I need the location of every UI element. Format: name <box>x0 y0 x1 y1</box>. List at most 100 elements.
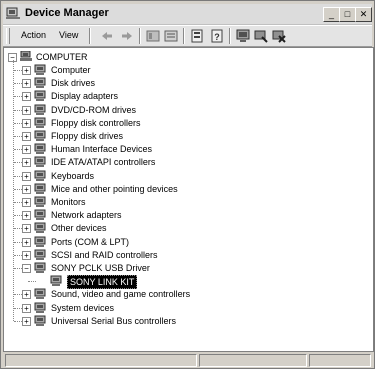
expand-toggle[interactable]: + <box>22 316 31 326</box>
expand-toggle[interactable]: + <box>22 303 31 313</box>
tree-category-row[interactable]: + Disk drives <box>4 77 364 89</box>
floppy-icon <box>34 130 46 141</box>
tree-category-row[interactable]: + Network adapters <box>4 209 364 221</box>
help-icon[interactable]: ? <box>209 28 225 44</box>
expand-toggle[interactable]: + <box>22 198 31 207</box>
expand-toggle[interactable]: + <box>22 237 31 247</box>
display-icon <box>34 90 46 102</box>
uninstall-icon[interactable] <box>271 28 287 44</box>
tree-item-label: Network adapters <box>51 210 122 221</box>
tree-connector <box>28 281 36 283</box>
computer-root-icon <box>20 51 32 61</box>
tree-category-row[interactable]: + Display adapters <box>4 90 364 102</box>
tree-item-label: Mice and other pointing devices <box>51 183 178 194</box>
device-manager-window: Device Manager _ □ ✕ Action View ? − COM… <box>0 0 375 369</box>
tree-category-row[interactable]: + System devices <box>4 302 364 314</box>
close-button[interactable]: ✕ <box>355 7 372 22</box>
sound-icon <box>34 288 46 300</box>
menu-view[interactable]: View <box>59 30 78 40</box>
expand-toggle[interactable]: + <box>22 79 31 89</box>
tree-item-label: Sound, video and game controllers <box>51 289 191 300</box>
expand-toggle[interactable]: + <box>22 211 31 221</box>
window-title: Device Manager <box>25 7 109 19</box>
tree-category-row[interactable]: + Keyboards <box>4 170 364 182</box>
maximize-button[interactable]: □ <box>339 7 356 22</box>
tree-category-row[interactable]: + Ports (COM & LPT) <box>4 236 364 248</box>
tree-item-label: DVD/CD-ROM drives <box>51 104 137 115</box>
tree-item-label: Universal Serial Bus controllers <box>51 315 177 326</box>
status-pane-secondary <box>199 354 307 367</box>
tree-category-row[interactable]: + Human Interface Devices <box>4 143 364 155</box>
menu-action[interactable]: Action <box>21 30 46 40</box>
expand-toggle[interactable]: + <box>22 184 31 194</box>
tree-item-label: Computer <box>51 65 91 75</box>
tree-category-row[interactable]: + IDE ATA/ATAPI controllers <box>4 156 364 168</box>
unknown-device-icon <box>34 222 46 234</box>
expand-toggle[interactable]: + <box>22 105 31 115</box>
controller-icon <box>34 117 46 128</box>
hid-icon <box>34 143 46 155</box>
usb-icon <box>50 275 62 287</box>
tree-item-label: Floppy disk drives <box>51 131 124 141</box>
ide-icon <box>34 156 46 168</box>
scsi-icon <box>34 249 46 260</box>
expand-toggle[interactable]: + <box>22 250 31 260</box>
expand-toggle[interactable]: + <box>22 145 31 155</box>
tree-category-row[interactable]: + Monitors <box>4 196 364 208</box>
tree-item-label: System devices <box>51 302 115 313</box>
tree-item-label: Monitors <box>51 197 86 207</box>
tree-category-row[interactable]: + Computer <box>4 64 364 76</box>
tree-item-label: Ports (COM & LPT) <box>51 236 130 247</box>
disk-icon <box>34 77 46 89</box>
show-hide-icon[interactable] <box>145 28 161 44</box>
expand-toggle[interactable]: + <box>22 66 31 75</box>
tree-category-row[interactable]: + SCSI and RAID controllers <box>4 249 364 261</box>
tree-item-label: Human Interface Devices <box>51 144 153 155</box>
back-arrow-icon[interactable] <box>99 28 115 44</box>
collapse-toggle[interactable]: − <box>22 264 31 273</box>
forward-arrow-icon[interactable] <box>119 28 135 44</box>
expand-toggle[interactable]: + <box>22 171 31 181</box>
device-tree[interactable]: − COMPUTER + Computer + Disk drives + Display… <box>3 47 374 352</box>
monitor-icon <box>34 196 46 207</box>
tree-category-row[interactable]: + DVD/CD-ROM drives <box>4 104 364 116</box>
tree-item-label: Floppy disk controllers <box>51 117 141 128</box>
tree-item-label: Display adapters <box>51 91 119 102</box>
scan-hardware-icon[interactable] <box>235 28 251 44</box>
toolbar-grip <box>6 28 10 44</box>
expand-toggle[interactable]: + <box>22 92 31 102</box>
computer-icon <box>34 64 46 75</box>
port-icon <box>34 236 46 247</box>
usb-icon <box>34 315 46 326</box>
expand-toggle[interactable]: + <box>22 158 31 168</box>
tree-item-label: Keyboards <box>51 170 95 181</box>
tree-category-row[interactable]: + Universal Serial Bus controllers <box>4 315 364 327</box>
expand-toggle[interactable]: + <box>22 118 31 128</box>
tree-item-label: IDE ATA/ATAPI controllers <box>51 157 156 168</box>
status-bar <box>3 353 372 367</box>
title-bar[interactable]: Device Manager _ □ ✕ <box>3 4 372 25</box>
tree-item-label: Other devices <box>51 223 107 234</box>
tree-category-row[interactable]: + Other devices <box>4 222 364 234</box>
device-manager-icon <box>6 7 20 19</box>
properties-page-icon[interactable] <box>163 28 179 44</box>
status-pane-main <box>5 354 197 367</box>
update-driver-icon[interactable] <box>253 28 269 44</box>
system-icon <box>34 302 46 313</box>
expand-toggle[interactable]: + <box>22 290 31 300</box>
tree-category-row[interactable]: − SONY PCLK USB Driver <box>4 262 364 274</box>
tree-category-row[interactable]: + Floppy disk controllers <box>4 117 364 129</box>
properties-icon[interactable] <box>189 28 205 44</box>
tree-category-row[interactable]: + Mice and other pointing devices <box>4 183 364 195</box>
tree-child-row[interactable]: SONY LINK KIT <box>4 275 364 290</box>
tree-category-row[interactable]: + Floppy disk drives <box>4 130 364 142</box>
expand-toggle[interactable]: + <box>22 132 31 141</box>
toolbar-separator <box>89 28 91 44</box>
expand-toggle[interactable]: + <box>22 224 31 234</box>
minimize-button[interactable]: _ <box>323 7 340 22</box>
status-pane-tertiary <box>309 354 371 367</box>
tree-root-row[interactable]: − COMPUTER <box>4 51 364 63</box>
keyboard-icon <box>34 170 46 181</box>
mouse-icon <box>34 183 46 194</box>
tree-category-row[interactable]: + Sound, video and game controllers <box>4 288 364 300</box>
